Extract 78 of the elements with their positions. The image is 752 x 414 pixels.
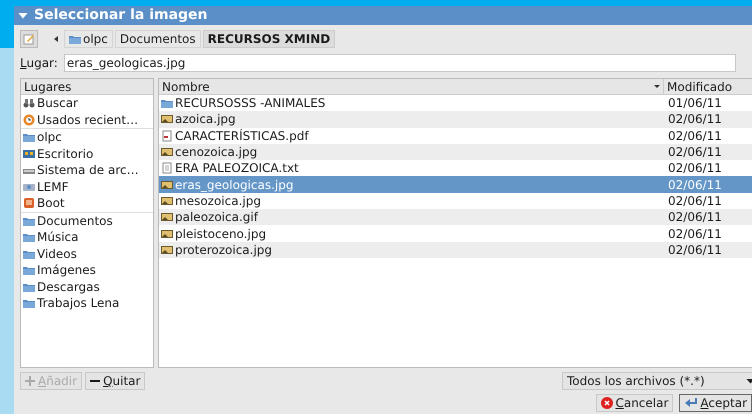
places-header[interactable]: Lugares bbox=[21, 79, 153, 95]
column-header[interactable]: Nombre bbox=[159, 79, 664, 94]
drive-icon bbox=[23, 197, 35, 210]
file-row[interactable]: paleozoica.gif 02/06/11 bbox=[159, 209, 752, 226]
file-name: proterozoica.jpg bbox=[175, 242, 272, 259]
remove-button[interactable]: Quitar bbox=[85, 372, 146, 390]
folder-icon bbox=[23, 231, 35, 244]
place-item[interactable]: olpc bbox=[21, 129, 153, 146]
window-menu-icon[interactable] bbox=[18, 12, 28, 18]
place-item[interactable]: Buscar bbox=[21, 95, 153, 112]
place-item[interactable]: Usados recient… bbox=[21, 112, 153, 128]
folder-icon bbox=[23, 131, 35, 144]
image-file-icon bbox=[161, 113, 173, 126]
document-icon bbox=[161, 130, 173, 142]
location-field[interactable]: eras_geologicas.jpg bbox=[64, 54, 736, 72]
file-date: 01/06/11 bbox=[667, 95, 723, 112]
file-row[interactable]: RECURSOSSS -ANIMALES 01/06/11 bbox=[159, 95, 752, 112]
file-name: ERA PALEOZOICA.txt bbox=[175, 160, 299, 178]
location-label: Lugar: bbox=[20, 55, 58, 72]
folder-icon bbox=[69, 33, 81, 45]
accept-button[interactable]: Aceptar bbox=[679, 394, 752, 412]
image-file-icon bbox=[161, 146, 173, 158]
place-item[interactable]: Descargas bbox=[21, 278, 153, 295]
file-date: 02/06/11 bbox=[667, 144, 723, 162]
pencil-icon bbox=[23, 33, 35, 45]
folder-icon bbox=[23, 297, 35, 310]
file-row[interactable]: azoica.jpg 02/06/11 bbox=[159, 111, 752, 128]
file-row[interactable]: ERA PALEOZOICA.txt 02/06/11 bbox=[159, 160, 752, 176]
column-header[interactable]: Modificado bbox=[664, 79, 752, 94]
place-item[interactable]: Música bbox=[21, 229, 153, 246]
binoculars-icon bbox=[23, 97, 35, 110]
file-name: CARACTERÍSTICAS.pdf bbox=[175, 128, 309, 145]
file-row[interactable]: CARACTERÍSTICAS.pdf 02/06/11 bbox=[159, 128, 752, 144]
file-type-dropdown[interactable]: Todos los archivos (*.*) bbox=[562, 372, 752, 390]
file-row[interactable]: cenozoica.jpg 02/06/11 bbox=[159, 144, 752, 160]
file-name: paleozoica.gif bbox=[175, 209, 258, 226]
text-file-icon bbox=[161, 162, 173, 174]
place-item[interactable]: Trabajos Lena bbox=[21, 295, 153, 312]
file-row[interactable]: proterozoica.jpg 02/06/11 bbox=[159, 242, 752, 258]
place-item[interactable]: Imágenes bbox=[21, 262, 153, 278]
place-item[interactable]: Videos bbox=[21, 246, 153, 262]
place-item[interactable]: Documentos bbox=[21, 212, 153, 229]
file-name: pleistoceno.jpg bbox=[175, 226, 266, 243]
file-date: 02/06/11 bbox=[667, 176, 723, 194]
file-name: azoica.jpg bbox=[175, 111, 236, 128]
file-date: 02/06/11 bbox=[667, 128, 723, 145]
window-title: Seleccionar la imagen bbox=[34, 6, 208, 25]
file-date: 02/06/11 bbox=[667, 226, 723, 243]
enter-arrow-icon bbox=[684, 397, 698, 409]
file-name: mesozoica.jpg bbox=[175, 192, 261, 210]
image-file-icon bbox=[161, 228, 173, 240]
file-date: 02/06/11 bbox=[667, 111, 723, 128]
plus-icon bbox=[25, 376, 35, 386]
file-date: 02/06/11 bbox=[667, 242, 723, 259]
cancel-icon bbox=[601, 397, 614, 409]
file-name: cenozoica.jpg bbox=[175, 144, 258, 162]
file-name: RECURSOSSS -ANIMALES bbox=[175, 95, 326, 112]
image-file-icon bbox=[161, 178, 173, 191]
folder-icon bbox=[23, 264, 35, 276]
path-button[interactable]: Documentos bbox=[114, 30, 201, 48]
place-item[interactable]: LEMF bbox=[21, 178, 153, 195]
cancel-button[interactable]: Cancelar bbox=[596, 394, 674, 412]
file-date: 02/06/11 bbox=[667, 209, 723, 226]
place-item[interactable]: Sistema de arc… bbox=[21, 162, 153, 178]
place-item[interactable]: Boot bbox=[21, 195, 153, 212]
image-file-icon bbox=[161, 194, 173, 207]
place-item[interactable]: Escritorio bbox=[21, 146, 153, 162]
edit-location-button[interactable] bbox=[20, 30, 38, 48]
file-date: 02/06/11 bbox=[667, 160, 723, 178]
file-date: 02/06/11 bbox=[667, 192, 723, 210]
image-file-icon bbox=[161, 244, 173, 256]
desktop-icon bbox=[23, 148, 35, 160]
image-file-icon bbox=[161, 211, 173, 224]
path-button[interactable]: olpc bbox=[64, 30, 113, 48]
file-name: eras_geologicas.jpg bbox=[175, 176, 294, 194]
clock-icon bbox=[23, 114, 35, 126]
folder-icon bbox=[161, 97, 173, 110]
path-button[interactable]: RECURSOS XMIND bbox=[202, 30, 336, 48]
